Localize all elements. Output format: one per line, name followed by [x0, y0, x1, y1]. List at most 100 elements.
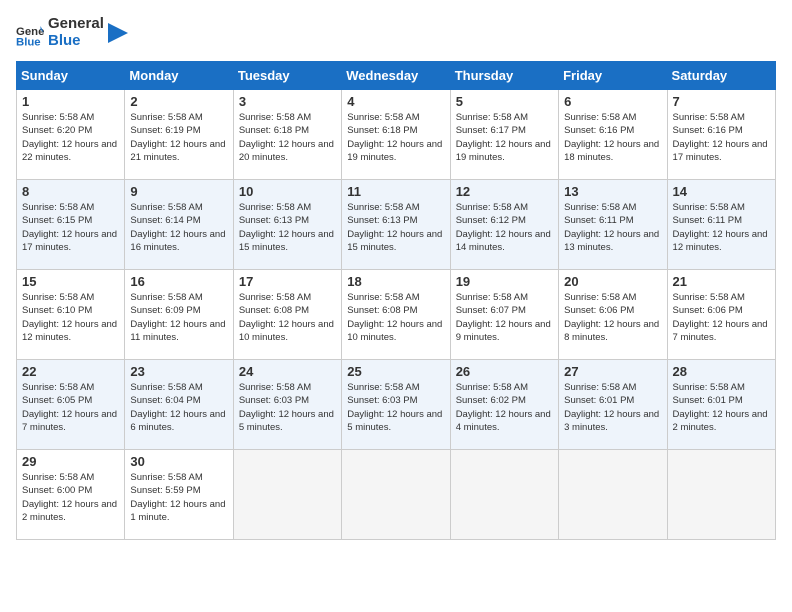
logo-icon: General Blue	[16, 19, 44, 47]
day-info: Sunrise: 5:58 AMSunset: 6:01 PMDaylight:…	[564, 381, 661, 434]
calendar-cell: 22 Sunrise: 5:58 AMSunset: 6:05 PMDaylig…	[17, 360, 125, 450]
calendar-cell: 27 Sunrise: 5:58 AMSunset: 6:01 PMDaylig…	[559, 360, 667, 450]
calendar-cell: 15 Sunrise: 5:58 AMSunset: 6:10 PMDaylig…	[17, 270, 125, 360]
logo-blue: Blue	[48, 33, 104, 50]
day-info: Sunrise: 5:58 AMSunset: 6:14 PMDaylight:…	[130, 201, 227, 254]
logo: General Blue General Blue	[16, 16, 128, 49]
day-number: 2	[130, 94, 227, 109]
day-number: 24	[239, 364, 336, 379]
day-info: Sunrise: 5:58 AMSunset: 6:15 PMDaylight:…	[22, 201, 119, 254]
day-number: 29	[22, 454, 119, 469]
day-info: Sunrise: 5:58 AMSunset: 6:06 PMDaylight:…	[564, 291, 661, 344]
col-wednesday: Wednesday	[342, 62, 450, 90]
col-thursday: Thursday	[450, 62, 558, 90]
day-info: Sunrise: 5:58 AMSunset: 6:00 PMDaylight:…	[22, 471, 119, 524]
day-number: 17	[239, 274, 336, 289]
logo-arrow-icon	[108, 23, 128, 43]
day-info: Sunrise: 5:58 AMSunset: 6:03 PMDaylight:…	[239, 381, 336, 434]
day-info: Sunrise: 5:58 AMSunset: 6:01 PMDaylight:…	[673, 381, 770, 434]
calendar-cell: 9 Sunrise: 5:58 AMSunset: 6:14 PMDayligh…	[125, 180, 233, 270]
calendar-cell: 29 Sunrise: 5:58 AMSunset: 6:00 PMDaylig…	[17, 450, 125, 540]
calendar-cell: 11 Sunrise: 5:58 AMSunset: 6:13 PMDaylig…	[342, 180, 450, 270]
calendar-cell	[233, 450, 341, 540]
day-info: Sunrise: 5:58 AMSunset: 6:06 PMDaylight:…	[673, 291, 770, 344]
day-number: 22	[22, 364, 119, 379]
calendar-table: Sunday Monday Tuesday Wednesday Thursday…	[16, 61, 776, 540]
day-info: Sunrise: 5:58 AMSunset: 6:08 PMDaylight:…	[347, 291, 444, 344]
day-info: Sunrise: 5:58 AMSunset: 6:17 PMDaylight:…	[456, 111, 553, 164]
calendar-cell: 20 Sunrise: 5:58 AMSunset: 6:06 PMDaylig…	[559, 270, 667, 360]
calendar-cell	[667, 450, 775, 540]
day-number: 25	[347, 364, 444, 379]
day-number: 15	[22, 274, 119, 289]
col-tuesday: Tuesday	[233, 62, 341, 90]
col-friday: Friday	[559, 62, 667, 90]
day-info: Sunrise: 5:58 AMSunset: 6:16 PMDaylight:…	[564, 111, 661, 164]
calendar-cell: 18 Sunrise: 5:58 AMSunset: 6:08 PMDaylig…	[342, 270, 450, 360]
day-number: 6	[564, 94, 661, 109]
day-info: Sunrise: 5:58 AMSunset: 6:13 PMDaylight:…	[239, 201, 336, 254]
day-number: 13	[564, 184, 661, 199]
day-number: 8	[22, 184, 119, 199]
day-number: 18	[347, 274, 444, 289]
calendar-cell: 24 Sunrise: 5:58 AMSunset: 6:03 PMDaylig…	[233, 360, 341, 450]
day-info: Sunrise: 5:58 AMSunset: 6:18 PMDaylight:…	[347, 111, 444, 164]
day-info: Sunrise: 5:58 AMSunset: 6:10 PMDaylight:…	[22, 291, 119, 344]
day-number: 3	[239, 94, 336, 109]
day-number: 19	[456, 274, 553, 289]
calendar-cell: 1 Sunrise: 5:58 AMSunset: 6:20 PMDayligh…	[17, 90, 125, 180]
day-number: 27	[564, 364, 661, 379]
calendar-cell: 21 Sunrise: 5:58 AMSunset: 6:06 PMDaylig…	[667, 270, 775, 360]
logo-general: General	[48, 16, 104, 33]
col-saturday: Saturday	[667, 62, 775, 90]
calendar-cell: 17 Sunrise: 5:58 AMSunset: 6:08 PMDaylig…	[233, 270, 341, 360]
day-number: 7	[673, 94, 770, 109]
day-number: 26	[456, 364, 553, 379]
day-number: 30	[130, 454, 227, 469]
calendar-cell	[450, 450, 558, 540]
calendar-cell: 13 Sunrise: 5:58 AMSunset: 6:11 PMDaylig…	[559, 180, 667, 270]
day-number: 28	[673, 364, 770, 379]
col-sunday: Sunday	[17, 62, 125, 90]
calendar-cell: 30 Sunrise: 5:58 AMSunset: 5:59 PMDaylig…	[125, 450, 233, 540]
day-info: Sunrise: 5:58 AMSunset: 6:05 PMDaylight:…	[22, 381, 119, 434]
day-info: Sunrise: 5:58 AMSunset: 6:08 PMDaylight:…	[239, 291, 336, 344]
day-number: 23	[130, 364, 227, 379]
svg-text:Blue: Blue	[16, 36, 41, 47]
day-info: Sunrise: 5:58 AMSunset: 6:18 PMDaylight:…	[239, 111, 336, 164]
day-info: Sunrise: 5:58 AMSunset: 6:09 PMDaylight:…	[130, 291, 227, 344]
day-info: Sunrise: 5:58 AMSunset: 6:04 PMDaylight:…	[130, 381, 227, 434]
calendar-cell	[559, 450, 667, 540]
calendar-cell: 3 Sunrise: 5:58 AMSunset: 6:18 PMDayligh…	[233, 90, 341, 180]
calendar-cell: 14 Sunrise: 5:58 AMSunset: 6:11 PMDaylig…	[667, 180, 775, 270]
day-info: Sunrise: 5:58 AMSunset: 6:13 PMDaylight:…	[347, 201, 444, 254]
page-header: General Blue General Blue	[16, 16, 776, 49]
calendar-header-row: Sunday Monday Tuesday Wednesday Thursday…	[17, 62, 776, 90]
day-number: 5	[456, 94, 553, 109]
calendar-cell: 23 Sunrise: 5:58 AMSunset: 6:04 PMDaylig…	[125, 360, 233, 450]
day-info: Sunrise: 5:58 AMSunset: 6:12 PMDaylight:…	[456, 201, 553, 254]
day-number: 16	[130, 274, 227, 289]
day-info: Sunrise: 5:58 AMSunset: 6:16 PMDaylight:…	[673, 111, 770, 164]
calendar-cell: 8 Sunrise: 5:58 AMSunset: 6:15 PMDayligh…	[17, 180, 125, 270]
calendar-cell: 19 Sunrise: 5:58 AMSunset: 6:07 PMDaylig…	[450, 270, 558, 360]
day-number: 21	[673, 274, 770, 289]
calendar-cell: 12 Sunrise: 5:58 AMSunset: 6:12 PMDaylig…	[450, 180, 558, 270]
day-number: 1	[22, 94, 119, 109]
calendar-cell: 28 Sunrise: 5:58 AMSunset: 6:01 PMDaylig…	[667, 360, 775, 450]
day-info: Sunrise: 5:58 AMSunset: 5:59 PMDaylight:…	[130, 471, 227, 524]
calendar-cell: 10 Sunrise: 5:58 AMSunset: 6:13 PMDaylig…	[233, 180, 341, 270]
calendar-cell: 6 Sunrise: 5:58 AMSunset: 6:16 PMDayligh…	[559, 90, 667, 180]
day-info: Sunrise: 5:58 AMSunset: 6:07 PMDaylight:…	[456, 291, 553, 344]
calendar-cell: 25 Sunrise: 5:58 AMSunset: 6:03 PMDaylig…	[342, 360, 450, 450]
day-info: Sunrise: 5:58 AMSunset: 6:11 PMDaylight:…	[564, 201, 661, 254]
day-info: Sunrise: 5:58 AMSunset: 6:20 PMDaylight:…	[22, 111, 119, 164]
calendar-cell: 26 Sunrise: 5:58 AMSunset: 6:02 PMDaylig…	[450, 360, 558, 450]
calendar-cell: 7 Sunrise: 5:58 AMSunset: 6:16 PMDayligh…	[667, 90, 775, 180]
day-number: 4	[347, 94, 444, 109]
day-number: 11	[347, 184, 444, 199]
calendar-cell: 5 Sunrise: 5:58 AMSunset: 6:17 PMDayligh…	[450, 90, 558, 180]
day-info: Sunrise: 5:58 AMSunset: 6:11 PMDaylight:…	[673, 201, 770, 254]
calendar-cell: 16 Sunrise: 5:58 AMSunset: 6:09 PMDaylig…	[125, 270, 233, 360]
day-number: 12	[456, 184, 553, 199]
